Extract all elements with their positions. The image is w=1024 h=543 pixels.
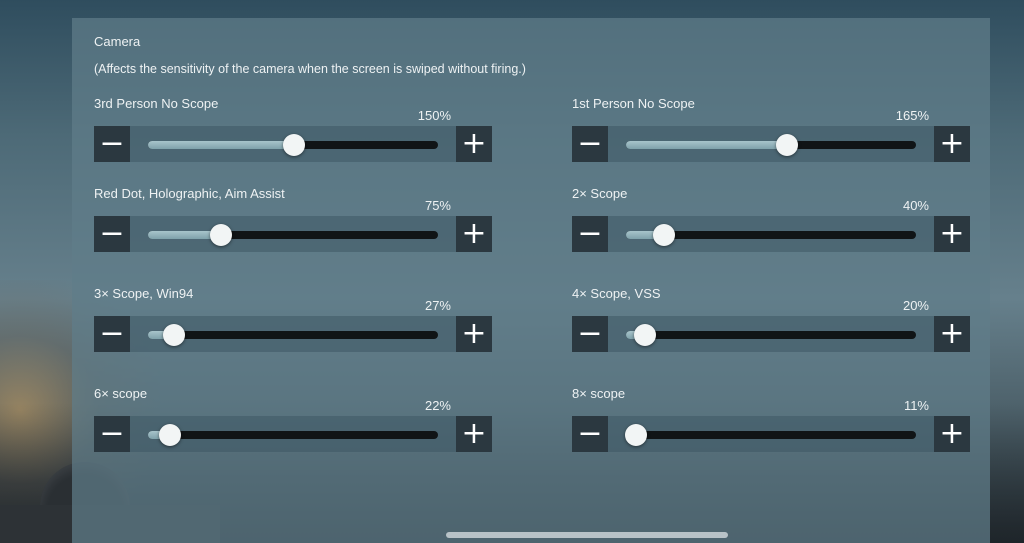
increase-button[interactable]: +	[934, 316, 970, 352]
increase-button[interactable]: +	[934, 416, 970, 452]
increase-button[interactable]: +	[934, 126, 970, 162]
minus-icon: −	[99, 316, 125, 351]
minus-icon: −	[577, 126, 603, 161]
slider-control-1st-person-no-scope: 1st Person No Scope 165% − +	[572, 96, 970, 186]
slider-label: 2× Scope	[572, 186, 628, 201]
increase-button[interactable]: +	[456, 216, 492, 252]
slider-track[interactable]	[625, 424, 916, 446]
slider-label: 3rd Person No Scope	[94, 96, 219, 111]
slider-track[interactable]	[626, 134, 916, 156]
slider-control-8x-scope: 8× scope 11% − +	[572, 386, 970, 476]
slider-value: 20%	[902, 298, 929, 313]
section-description: (Affects the sensitivity of the camera w…	[94, 62, 526, 76]
decrease-button[interactable]: −	[94, 416, 130, 452]
plus-icon: +	[461, 316, 487, 351]
minus-icon: −	[99, 416, 125, 451]
plus-icon: +	[461, 216, 487, 251]
plus-icon: +	[939, 126, 965, 161]
increase-button[interactable]: +	[934, 216, 970, 252]
minus-icon: −	[99, 216, 125, 251]
slider-control-4x-scope: 4× Scope, VSS 20% − +	[572, 286, 970, 376]
slider-label: 3× Scope, Win94	[94, 286, 194, 301]
slider-track[interactable]	[148, 224, 438, 246]
slider-thumb[interactable]	[634, 324, 656, 346]
slider-thumb[interactable]	[159, 424, 181, 446]
slider-thumb[interactable]	[625, 424, 647, 446]
slider-control-3x-scope: 3× Scope, Win94 27% − +	[94, 286, 492, 376]
slider-value: 22%	[424, 398, 451, 413]
increase-button[interactable]: +	[456, 316, 492, 352]
slider-track[interactable]	[148, 134, 438, 156]
section-title: Camera	[94, 34, 141, 49]
increase-button[interactable]: +	[456, 416, 492, 452]
slider-value: 75%	[424, 198, 451, 213]
minus-icon: −	[577, 216, 603, 251]
slider-thumb[interactable]	[163, 324, 185, 346]
decrease-button[interactable]: −	[94, 126, 130, 162]
slider-thumb[interactable]	[283, 134, 305, 156]
slider-control-3rd-person-no-scope: 3rd Person No Scope 150% − +	[94, 96, 492, 186]
slider-thumb[interactable]	[653, 224, 675, 246]
slider-label: 1st Person No Scope	[572, 96, 695, 111]
decrease-button[interactable]: −	[572, 126, 608, 162]
slider-control-2x-scope: 2× Scope 40% − +	[572, 186, 970, 276]
slider-fill	[626, 141, 787, 149]
decrease-button[interactable]: −	[572, 316, 608, 352]
decrease-button[interactable]: −	[94, 216, 130, 252]
minus-icon: −	[577, 316, 603, 351]
minus-icon: −	[99, 126, 125, 161]
slider-value: 11%	[903, 398, 929, 413]
slider-track[interactable]	[626, 224, 916, 246]
slider-value: 165%	[895, 108, 929, 123]
decrease-button[interactable]: −	[572, 216, 608, 252]
slider-label: Red Dot, Holographic, Aim Assist	[94, 186, 285, 201]
home-indicator[interactable]	[446, 532, 728, 538]
slider-label: 4× Scope, VSS	[572, 286, 661, 301]
slider-fill	[148, 141, 294, 149]
decrease-button[interactable]: −	[572, 416, 608, 452]
plus-icon: +	[939, 316, 965, 351]
plus-icon: +	[461, 416, 487, 451]
slider-control-red-dot-holographic: Red Dot, Holographic, Aim Assist 75% − +	[94, 186, 492, 276]
slider-control-6x-scope: 6× scope 22% − +	[94, 386, 492, 476]
plus-icon: +	[461, 126, 487, 161]
plus-icon: +	[939, 216, 965, 251]
slider-track[interactable]	[148, 324, 438, 346]
slider-value: 150%	[417, 108, 451, 123]
slider-value: 40%	[902, 198, 929, 213]
slider-label: 8× scope	[572, 386, 626, 401]
slider-value: 27%	[424, 298, 451, 313]
minus-icon: −	[577, 416, 603, 451]
plus-icon: +	[939, 416, 965, 451]
slider-label: 6× scope	[94, 386, 148, 401]
slider-thumb[interactable]	[776, 134, 798, 156]
slider-thumb[interactable]	[210, 224, 232, 246]
decrease-button[interactable]: −	[94, 316, 130, 352]
slider-track[interactable]	[148, 424, 438, 446]
slider-track[interactable]	[626, 324, 916, 346]
increase-button[interactable]: +	[456, 126, 492, 162]
